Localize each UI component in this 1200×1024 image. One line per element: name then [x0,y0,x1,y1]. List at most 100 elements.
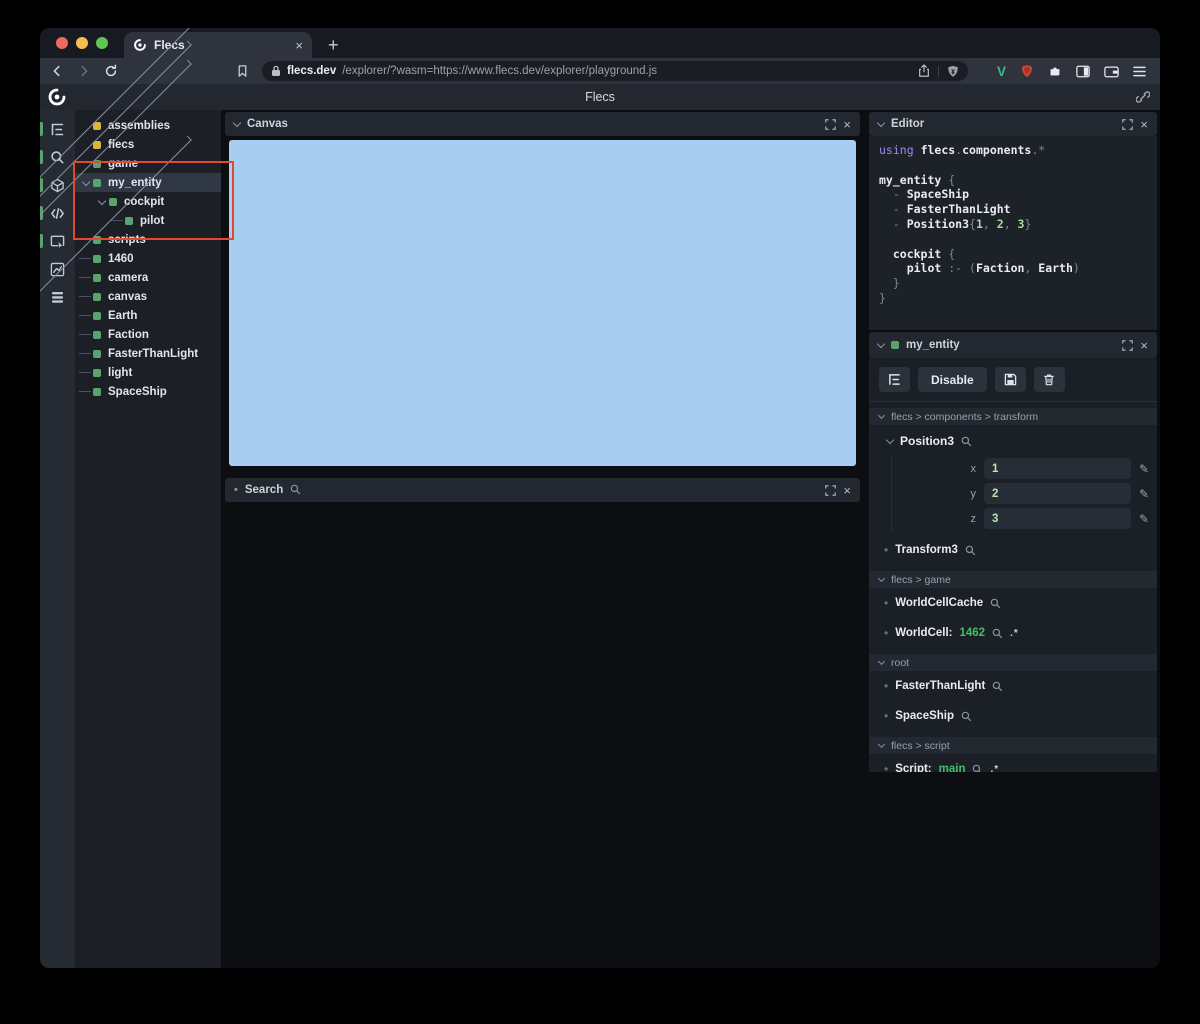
component-value[interactable]: main [939,763,966,772]
close-panel-icon[interactable]: × [843,484,851,497]
magnifier-icon[interactable] [992,628,1003,639]
section-header[interactable]: flecs > game [869,571,1157,588]
tree-item-cockpit[interactable]: cockpit [75,192,221,211]
tree-item-camera[interactable]: camera [75,268,221,287]
flecs-logo-icon[interactable] [47,87,67,107]
zoom-window-button[interactable] [96,37,108,49]
magnifier-icon[interactable] [965,545,976,556]
magnifier-icon[interactable] [992,681,1003,692]
tree-item-1460[interactable]: 1460 [75,249,221,268]
component-label: FasterThanLight [895,680,986,692]
expand-icon[interactable] [40,40,192,249]
sidebar-toggle-icon[interactable] [1076,65,1090,78]
share-icon[interactable] [918,64,930,78]
browser-toolbar: flecs.dev /explorer/?wasm=https://www.fl… [40,58,1160,84]
magnifier-icon[interactable] [961,436,972,447]
fullscreen-icon[interactable] [1122,339,1134,351]
delete-button[interactable] [1033,367,1065,392]
field-y-input[interactable]: 2 [983,483,1131,504]
save-button[interactable] [994,367,1026,392]
bookmark-icon[interactable] [236,64,249,78]
edit-icon[interactable]: ✎ [1139,487,1149,501]
rail-stats-icon[interactable] [40,289,75,306]
tree-item-game[interactable]: game [40,59,221,268]
collapse-icon[interactable] [232,118,242,128]
close-panel-icon[interactable]: × [843,118,851,131]
collapse-icon[interactable] [885,435,895,445]
fullscreen-icon[interactable] [825,118,837,130]
entity-square-icon [93,273,101,282]
expand-icon[interactable] [40,59,192,268]
expand-icon[interactable] [40,135,192,344]
vue-devtools-icon[interactable]: V [997,64,1006,79]
tree-item-light[interactable]: light [75,363,221,382]
bullet-icon: • [884,762,889,772]
fullscreen-icon[interactable] [1122,118,1134,130]
section-header[interactable]: flecs > script [869,737,1157,754]
panel-collapsed-icon[interactable]: • [234,484,238,496]
wallet-icon[interactable] [1104,65,1119,78]
browser-menu-icon[interactable] [1133,66,1146,77]
favicon-flecs-logo-icon [133,38,147,52]
collapse-icon[interactable] [79,177,93,186]
component-Script[interactable]: • Script: main .* [869,754,1157,772]
field-x-input[interactable]: 1 [983,458,1131,479]
brave-shield-icon[interactable] [947,65,959,78]
render-canvas[interactable] [229,140,856,466]
tree-item-Earth[interactable]: Earth [75,306,221,325]
bullet-icon: • [884,709,889,723]
magnifier-icon[interactable] [972,764,983,773]
edit-icon[interactable]: ✎ [1139,512,1149,526]
url-host: flecs.dev [287,65,337,77]
close-panel-icon[interactable]: × [1140,339,1148,352]
collapse-icon[interactable] [876,118,886,128]
tree-item-scripts[interactable]: scripts [40,135,221,344]
fullscreen-icon[interactable] [825,484,837,496]
disable-button[interactable]: Disable [918,367,987,392]
close-panel-icon[interactable]: × [1140,118,1148,131]
app-content: assemblies flecs game my_entity cockpit pilot… [40,28,1160,968]
component-Transform3[interactable]: • Transform3 [869,535,1157,565]
component-Position3[interactable]: Position3 [869,425,1157,451]
component-FasterThanLight[interactable]: • FasterThanLight [869,671,1157,701]
tree-filter-button[interactable] [879,367,910,392]
rail-inspector-icon[interactable] [40,233,75,250]
minimize-window-button[interactable] [76,37,88,49]
edit-icon[interactable]: ✎ [1139,462,1149,476]
expand-icon[interactable] [40,28,192,230]
tree-item-canvas[interactable]: canvas [75,287,221,306]
browser-tab[interactable]: Flecs × [124,32,312,58]
magnifier-icon[interactable] [990,598,1001,609]
adguard-extension-icon[interactable] [1020,64,1034,78]
share-link-icon[interactable] [1136,90,1150,104]
component-SpaceShip[interactable]: • SpaceShip [869,701,1157,731]
component-WorldCell[interactable]: • WorldCell: 1462 .* [869,618,1157,648]
tree-item-FasterThanLight[interactable]: FasterThanLight [75,344,221,363]
extensions-puzzle-icon[interactable] [1048,64,1062,78]
magnifier-icon[interactable] [961,711,972,722]
reload-button[interactable] [104,64,118,78]
collapse-icon[interactable] [95,196,109,205]
forward-button[interactable] [77,64,91,78]
tree-item-SpaceShip[interactable]: SpaceShip [75,382,221,401]
section-header[interactable]: flecs > components > transform [869,408,1157,425]
collapse-icon[interactable] [876,339,886,349]
section-header[interactable]: root [869,654,1157,671]
entity-square-icon [93,368,101,377]
tab-bar: Flecs × + [40,28,1160,58]
tab-close-icon[interactable]: × [295,39,303,52]
tree-item-Faction[interactable]: Faction [75,325,221,344]
url-bar[interactable]: flecs.dev /explorer/?wasm=https://www.fl… [262,61,968,81]
component-WorldCellCache[interactable]: • WorldCellCache [869,588,1157,618]
back-button[interactable] [50,64,64,78]
tree-item-label: Faction [108,328,149,341]
field-z-input[interactable]: 3 [983,508,1131,529]
section-path: flecs > components > transform [891,410,1039,423]
rail-tree-icon[interactable] [40,121,75,138]
new-tab-button[interactable]: + [328,36,339,54]
close-window-button[interactable] [56,37,68,49]
component-value[interactable]: 1462 [960,627,986,639]
code-editor[interactable]: using flecs.components.* my_entity { - S… [869,136,1157,330]
magnifier-icon[interactable] [290,484,301,495]
